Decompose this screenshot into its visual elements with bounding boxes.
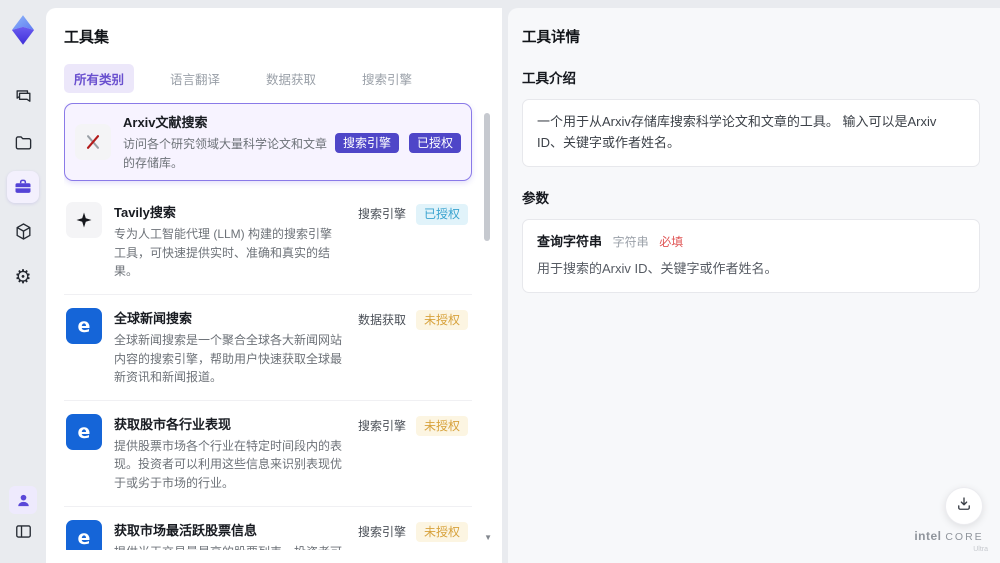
tool-row-tavily[interactable]: Tavily搜索 专为人工智能代理 (LLM) 构建的搜索引擎工具，可快速提供实… xyxy=(64,189,472,295)
nav-files[interactable] xyxy=(0,126,46,158)
tool-name: 全球新闻搜索 xyxy=(114,310,193,326)
list-scrollbar-thumb[interactable] xyxy=(484,113,490,241)
download-button[interactable] xyxy=(945,487,983,525)
toolbox-icon xyxy=(13,177,33,197)
user-highlight xyxy=(9,486,37,514)
tool-name: 获取股市各行业表现 xyxy=(114,416,232,432)
param-name: 查询字符串 xyxy=(537,233,603,249)
category-label: 数据获取 xyxy=(357,312,406,327)
download-icon xyxy=(955,495,973,518)
nav-panel-toggle[interactable] xyxy=(0,516,46,546)
param-description: 用于搜索的Arxiv ID、关键字或作者姓名。 xyxy=(537,261,778,277)
category-tabs: 所有类别 语言翻译 数据获取 搜索引擎 xyxy=(64,64,502,93)
tool-description: 专为人工智能代理 (LLM) 构建的搜索引擎工具，可快速提供实时、准确和真实的结… xyxy=(114,227,333,279)
left-rail: ⚙ xyxy=(0,0,46,563)
tab-search-engine[interactable]: 搜索引擎 xyxy=(352,64,422,93)
tool-row-global-news[interactable]: e 全球新闻搜索 全球新闻搜索是一个聚合全球各大新闻网站内容的搜索引擎，帮助用户… xyxy=(64,295,472,401)
tool-description: 提供当天交易量最高的股票列表，投资者可以利用这些信息来识别流动性强的股票和潜在的… xyxy=(114,543,342,550)
brand-core: CORE xyxy=(945,531,984,543)
tool-description: 全球新闻搜索是一个聚合全球各大新闻网站内容的搜索引擎，帮助用户快速获取全球最新资… xyxy=(114,332,343,385)
param-type: 字符串 xyxy=(612,234,649,249)
tab-data-fetching[interactable]: 数据获取 xyxy=(256,64,326,93)
tab-language-translation[interactable]: 语言翻译 xyxy=(160,64,230,93)
tool-detail-panel: 工具详情 工具介绍 一个用于从Arxiv存储库搜索科学论文和文章的工具。 输入可… xyxy=(508,8,1000,563)
chat-icon xyxy=(14,87,33,106)
nav-settings[interactable]: ⚙ xyxy=(0,261,46,293)
category-label: 搜索引擎 xyxy=(357,418,406,433)
auth-badge: 未授权 xyxy=(415,521,468,542)
tool-card-arxiv[interactable]: Arxiv文献搜索 访问各个研究领域大量科学论文和文章的存储库。 搜索引擎 已授… xyxy=(64,103,472,182)
auth-badge: 未授权 xyxy=(415,415,468,437)
category-badge: 搜索引擎 xyxy=(334,132,399,154)
arxiv-logo-icon xyxy=(75,124,111,161)
news-service-logo-icon: e xyxy=(66,307,102,344)
tool-name: Tavily搜索 xyxy=(114,205,176,221)
nav-packages[interactable] xyxy=(0,215,46,247)
tool-description: 提供股票市场各个行业在特定时间段内的表现。投资者可以利用这些信息来识别表现优于或… xyxy=(114,438,343,490)
scroll-down-arrow-icon[interactable]: ▼ xyxy=(484,533,492,542)
auth-badge: 已授权 xyxy=(408,132,461,154)
tool-list-panel: 工具集 所有类别 语言翻译 数据获取 搜索引擎 Arxiv文献搜索 访问各个研究… xyxy=(46,8,502,563)
brand-ultra: Ultra xyxy=(973,546,988,553)
logo-gem-icon xyxy=(11,15,35,45)
intro-card: 一个用于从Arxiv存储库搜索科学论文和文章的工具。 输入可以是Arxiv ID… xyxy=(522,99,980,167)
nav-user[interactable] xyxy=(0,485,46,515)
finance-service-logo-icon: e xyxy=(66,519,102,550)
intel-core-badge: intel CORE Ultra xyxy=(910,527,988,553)
detail-title: 工具详情 xyxy=(522,30,580,46)
tool-name: 获取市场最活跃股票信息 xyxy=(114,522,258,538)
layout-panel-icon xyxy=(14,522,33,541)
brand-intel: intel xyxy=(914,529,942,543)
user-icon xyxy=(15,492,32,509)
param-required-flag: 必填 xyxy=(659,234,684,249)
finance-service-logo-icon: e xyxy=(66,413,102,450)
tool-row-active-stocks[interactable]: e 获取市场最活跃股票信息 提供当天交易量最高的股票列表，投资者可以利用这些信息… xyxy=(64,507,472,550)
tab-all-categories[interactable]: 所有类别 xyxy=(64,64,135,93)
folder-icon xyxy=(14,133,33,152)
cube-icon xyxy=(14,222,33,241)
tool-row-sector-performance[interactable]: e 获取股市各行业表现 提供股票市场各个行业在特定时间段内的表现。投资者可以利用… xyxy=(64,401,472,507)
auth-badge: 未授权 xyxy=(415,309,468,331)
gear-icon: ⚙ xyxy=(14,266,32,288)
intro-text: 一个用于从Arxiv存储库搜索科学论文和文章的工具。 输入可以是Arxiv ID… xyxy=(537,114,937,150)
category-label: 搜索引擎 xyxy=(357,524,406,539)
active-nav-highlight xyxy=(7,171,39,203)
tool-list: Arxiv文献搜索 访问各个研究领域大量科学论文和文章的存储库。 搜索引擎 已授… xyxy=(64,103,502,550)
app-logo xyxy=(0,12,46,48)
auth-badge: 已授权 xyxy=(415,204,468,225)
params-heading: 参数 xyxy=(522,190,549,206)
tavily-logo-icon xyxy=(66,202,102,239)
param-card: 查询字符串 字符串 必填 用于搜索的Arxiv ID、关键字或作者姓名。 xyxy=(522,218,980,294)
intro-heading: 工具介绍 xyxy=(522,71,576,86)
tool-description: 访问各个研究领域大量科学论文和文章的存储库。 xyxy=(123,137,328,170)
nav-tools-active[interactable] xyxy=(0,169,46,205)
nav-chat[interactable] xyxy=(0,80,46,112)
page-title: 工具集 xyxy=(64,29,110,46)
tool-name: Arxiv文献搜索 xyxy=(123,115,208,130)
category-label: 搜索引擎 xyxy=(357,207,406,222)
